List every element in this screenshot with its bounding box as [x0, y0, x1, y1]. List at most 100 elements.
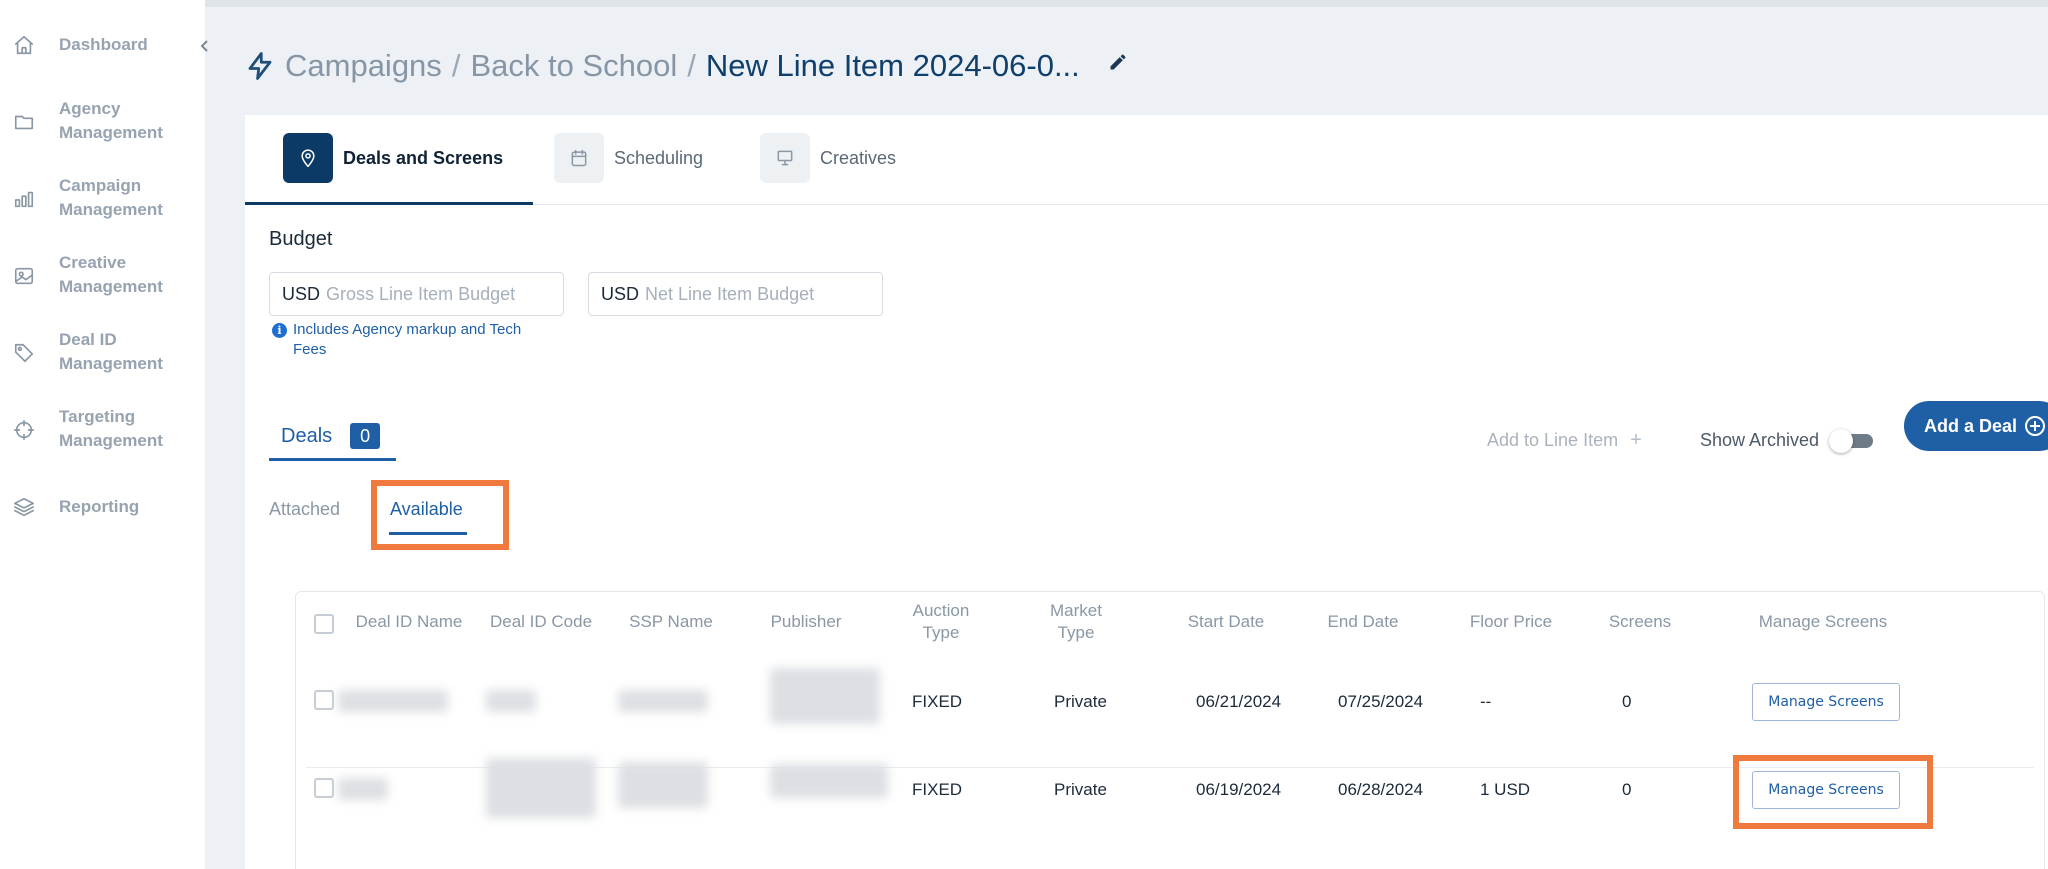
- start-date-cell: 06/21/2024: [1196, 692, 1282, 711]
- show-archived-control: Show Archived: [1700, 415, 1875, 465]
- deals-tab-indicator: [269, 458, 396, 461]
- highlight-box: [1733, 755, 1933, 829]
- image-icon: [13, 265, 35, 287]
- currency-label: USD: [282, 283, 321, 304]
- auction-type-cell: FIXED: [912, 780, 963, 799]
- row-checkbox[interactable]: [314, 778, 334, 798]
- plus-circle-icon: [2025, 416, 2046, 436]
- manage-screens-button[interactable]: Manage Screens: [1752, 683, 1900, 721]
- tab-deals[interactable]: Deals 0: [269, 411, 381, 461]
- column-header: Deal ID Name: [355, 612, 463, 631]
- redacted-cell: [618, 762, 708, 808]
- pencil-icon[interactable]: [1108, 52, 1130, 74]
- sidebar-item-label: Targeting Management: [59, 407, 163, 450]
- column-header: Auction Type: [912, 601, 970, 642]
- redacted-cell: [770, 668, 880, 724]
- tab-label: Scheduling: [614, 147, 704, 168]
- screens-cell: 0: [1622, 692, 1632, 711]
- line-item-card: Deals and Screens Scheduling Creatives B…: [245, 115, 2048, 869]
- currency-label: USD: [601, 283, 640, 304]
- sidebar-item-creative-management[interactable]: Creative Management: [0, 251, 205, 301]
- breadcrumb-campaigns[interactable]: Campaigns: [285, 48, 442, 84]
- crosshair-icon: [13, 419, 35, 441]
- budget-hint: i Includes Agency markup and Tech Fees: [272, 320, 525, 360]
- add-to-line-item-label: Add to Line Item: [1487, 429, 1619, 450]
- select-all-checkbox[interactable]: [314, 614, 334, 634]
- breadcrumb: Campaigns / Back to School / New Line It…: [245, 44, 1080, 88]
- column-header: Start Date: [1187, 612, 1265, 631]
- sidebar-item-label: Dashboard: [59, 35, 148, 54]
- tab-label: Creatives: [820, 147, 897, 168]
- gross-budget-input[interactable]: [326, 283, 527, 305]
- market-type-cell: Private: [1054, 692, 1107, 711]
- auction-type-cell: FIXED: [912, 692, 963, 711]
- sidebar-item-reporting[interactable]: Reporting: [0, 494, 205, 524]
- sidebar-item-label: Deal ID Management: [59, 330, 163, 373]
- sidebar: Dashboard Agency Management Campaign Man…: [0, 0, 208, 869]
- column-header: Manage Screens: [1758, 612, 1888, 631]
- redacted-cell: [338, 778, 388, 800]
- gross-budget-field[interactable]: USD: [269, 272, 564, 316]
- sidebar-item-targeting-management[interactable]: Targeting Management: [0, 405, 205, 455]
- subtab-attached[interactable]: Attached: [269, 499, 340, 520]
- sidebar-item-dashboard[interactable]: Dashboard: [0, 32, 205, 62]
- sidebar-item-label: Campaign Management: [59, 176, 163, 219]
- deals-label: Deals: [281, 424, 333, 447]
- monitor-icon: [760, 133, 810, 183]
- tab-creatives[interactable]: Creatives: [760, 133, 896, 183]
- active-tab-indicator: [245, 202, 533, 205]
- net-budget-input[interactable]: [645, 283, 846, 305]
- row-checkbox[interactable]: [314, 690, 334, 710]
- sidebar-item-campaign-management[interactable]: Campaign Management: [0, 174, 205, 224]
- screens-cell: 0: [1622, 780, 1632, 799]
- column-header: Publisher: [770, 612, 842, 631]
- tab-label: Deals and Screens: [343, 147, 504, 168]
- deals-count-badge: 0: [350, 423, 381, 449]
- breadcrumb-separator: /: [451, 48, 461, 83]
- breadcrumb-campaign[interactable]: Back to School: [470, 48, 677, 84]
- column-header: End Date: [1327, 612, 1399, 631]
- column-header: Screens: [1608, 612, 1672, 631]
- sidebar-item-agency-management[interactable]: Agency Management: [0, 97, 205, 147]
- hint-text: Includes Agency markup and Tech Fees: [293, 321, 522, 358]
- redacted-cell: [486, 758, 596, 818]
- sidebar-item-label: Agency Management: [59, 99, 163, 142]
- info-icon: i: [272, 323, 287, 338]
- show-archived-toggle[interactable]: [1829, 429, 1875, 453]
- sidebar-item-label: Reporting: [59, 497, 140, 516]
- sidebar-item-label: Creative Management: [59, 253, 163, 296]
- floor-price-cell: --: [1480, 692, 1492, 711]
- redacted-cell: [618, 690, 708, 712]
- lightning-icon: [245, 51, 275, 81]
- redacted-cell: [486, 690, 536, 712]
- folder-icon: [13, 111, 35, 133]
- highlight-box: [371, 480, 509, 550]
- plus-icon: +: [1630, 428, 1642, 451]
- top-strip: [205, 0, 2048, 7]
- map-pin-icon: [283, 133, 333, 183]
- start-date-cell: 06/19/2024: [1196, 780, 1282, 799]
- layers-icon: [13, 496, 35, 518]
- add-to-line-item-button[interactable]: Add to Line Item +: [1487, 415, 1642, 465]
- column-header: Market Type: [1050, 601, 1102, 642]
- redacted-cell: [338, 690, 448, 712]
- end-date-cell: 07/25/2024: [1338, 692, 1424, 711]
- tab-scheduling[interactable]: Scheduling: [554, 133, 703, 183]
- add-deal-button[interactable]: Add a Deal: [1904, 401, 2048, 451]
- budget-title: Budget: [269, 228, 333, 250]
- net-budget-field[interactable]: USD: [588, 272, 883, 316]
- tag-icon: [13, 342, 35, 364]
- sidebar-item-deal-id-management[interactable]: Deal ID Management: [0, 328, 205, 378]
- show-archived-label: Show Archived: [1700, 429, 1820, 450]
- market-type-cell: Private: [1054, 780, 1107, 799]
- bar-chart-icon: [13, 188, 35, 210]
- home-icon: [13, 34, 35, 56]
- tab-deals-and-screens[interactable]: Deals and Screens: [283, 133, 503, 183]
- add-deal-label: Add a Deal: [1924, 415, 2018, 436]
- floor-price-cell: 1 USD: [1480, 780, 1531, 799]
- end-date-cell: 06/28/2024: [1338, 780, 1424, 799]
- redacted-cell: [770, 764, 888, 798]
- column-header: Floor Price: [1469, 612, 1553, 631]
- tab-bar: Deals and Screens Scheduling Creatives: [245, 115, 2048, 205]
- breadcrumb-separator: /: [687, 48, 696, 83]
